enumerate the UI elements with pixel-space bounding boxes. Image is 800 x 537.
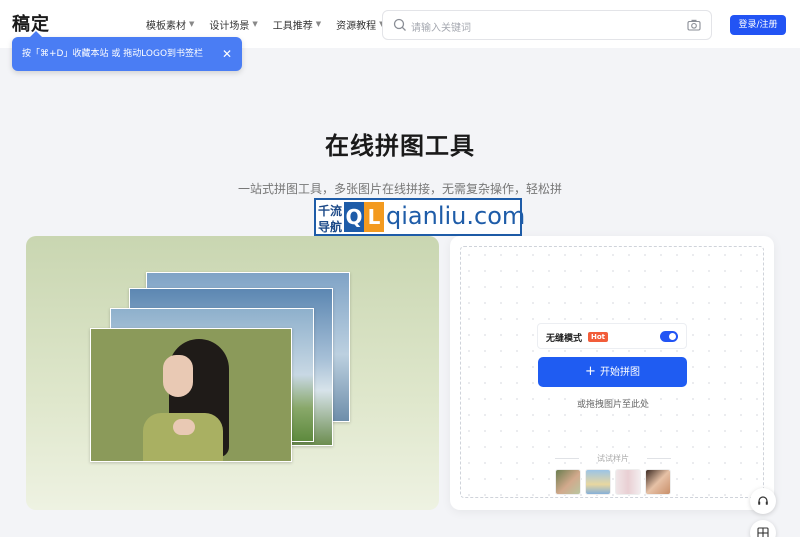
tooltip-text: 按「⌘+D」收藏本站 或 拖动LOGO到书签栏 xyxy=(22,49,204,59)
sample-thumbnail[interactable] xyxy=(645,469,671,495)
seamless-mode-row: 无缝模式 Hot xyxy=(537,323,687,349)
bookmark-tooltip: 按「⌘+D」收藏本站 或 拖动LOGO到书签栏 ✕ xyxy=(12,31,242,71)
page-title: 在线拼图工具 xyxy=(325,132,475,160)
watermark-domain: qianliu.com xyxy=(386,202,526,230)
chevron-down-icon: ▼ xyxy=(189,20,195,28)
nav-item-tools[interactable]: 工具推荐 ▼ xyxy=(273,17,321,32)
watermark-q: Q xyxy=(344,202,364,232)
grid-icon xyxy=(757,527,769,537)
sample-thumbnail[interactable] xyxy=(585,469,611,495)
nav-label: 设计场景 xyxy=(209,20,250,32)
preview-photo-portrait xyxy=(90,328,292,462)
sample-thumbnail[interactable] xyxy=(555,469,581,495)
search-placeholder: 请输入关键词 xyxy=(411,23,471,34)
headset-icon xyxy=(758,496,768,505)
search-input[interactable]: 请输入关键词 xyxy=(382,10,712,40)
portrait-hand xyxy=(173,419,195,435)
close-icon[interactable]: ✕ xyxy=(222,37,232,71)
watermark-text: 千流 xyxy=(318,204,343,218)
sample-title: 试试样片 xyxy=(555,453,671,464)
search-icon xyxy=(393,18,406,31)
sample-thumbnail[interactable] xyxy=(615,469,641,495)
chevron-down-icon: ▼ xyxy=(315,20,322,28)
nav-item-design-scenes[interactable]: 设计场景 ▼ xyxy=(209,17,257,32)
grid-menu-button[interactable] xyxy=(750,520,776,537)
camera-icon[interactable] xyxy=(687,19,701,31)
seamless-mode-label: 无缝模式 xyxy=(546,334,583,344)
drop-hint: 或拖拽图片至此处 xyxy=(576,400,649,410)
drop-zone[interactable]: 无缝模式 Hot + 开始拼图 或拖拽图片至此处 试试样片 xyxy=(460,246,764,498)
start-collage-button[interactable]: + 开始拼图 xyxy=(538,357,687,387)
nav-label: 模板素材 xyxy=(146,20,186,32)
collage-preview xyxy=(26,236,439,510)
watermark-l: L xyxy=(364,202,384,232)
nav-item-templates[interactable]: 模板素材 ▼ xyxy=(146,17,194,32)
portrait-face xyxy=(163,355,193,397)
page-subtitle: 一站式拼图工具，多张图片在线拼接，无需复杂操作，轻松拼 xyxy=(237,182,562,196)
upload-panel: 无缝模式 Hot + 开始拼图 或拖拽图片至此处 试试样片 xyxy=(450,236,774,510)
nav-item-tutorials[interactable]: 资源教程▼ xyxy=(336,17,384,32)
plus-icon: + xyxy=(585,364,596,379)
hot-badge: Hot xyxy=(588,332,609,342)
seamless-mode-toggle[interactable] xyxy=(660,331,678,342)
watermark-text: 导航 xyxy=(318,220,343,234)
watermark-logo: 千流 导航 Q L qianliu.com xyxy=(314,198,526,236)
chevron-down-icon: ▼ xyxy=(252,20,258,28)
login-register-button[interactable]: 登录/注册 xyxy=(730,15,786,35)
customer-service-button[interactable] xyxy=(750,488,776,514)
nav-label: 工具推荐 xyxy=(272,20,313,32)
nav-label: 资源教程 xyxy=(336,20,377,32)
start-label: 开始拼图 xyxy=(599,367,640,378)
